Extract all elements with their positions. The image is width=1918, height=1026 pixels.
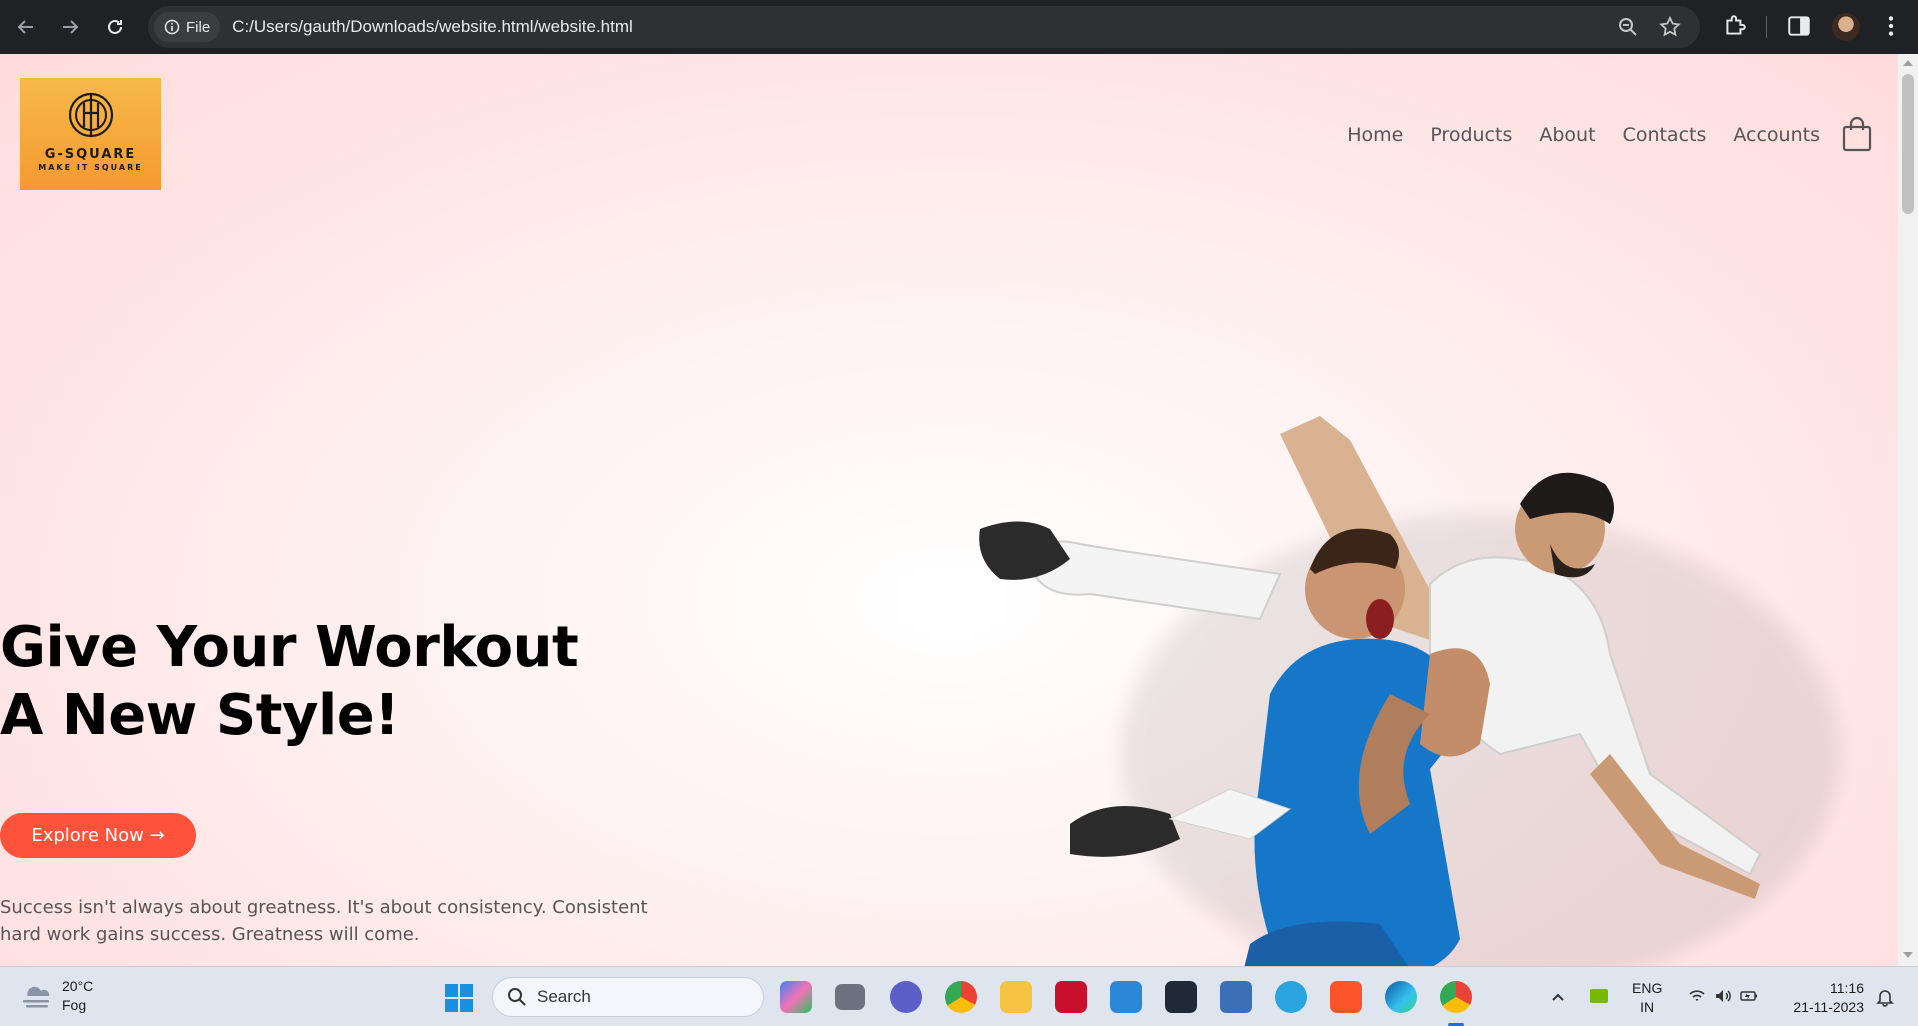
nav-about[interactable]: About xyxy=(1539,124,1595,146)
scroll-down-arrow-icon[interactable] xyxy=(1903,952,1913,958)
logo-mark-icon xyxy=(68,92,113,138)
weather-condition: Fog xyxy=(62,997,87,1013)
info-icon xyxy=(164,19,180,35)
edge-browser-icon[interactable] xyxy=(1385,981,1417,1013)
fog-cloud-icon xyxy=(23,986,50,1008)
logo-tagline: MAKE IT SQUARE xyxy=(38,163,143,172)
clock-date: 21-11-2023 xyxy=(1793,999,1864,1015)
bookmark-star-icon[interactable] xyxy=(1658,15,1682,39)
scroll-up-arrow-icon[interactable] xyxy=(1903,60,1913,66)
mcafee-icon[interactable] xyxy=(1055,981,1087,1013)
extensions-icon[interactable] xyxy=(1722,13,1748,39)
forward-button[interactable] xyxy=(48,5,92,49)
notification-bell-icon[interactable] xyxy=(1875,987,1895,1007)
arrow-right-icon xyxy=(63,20,79,34)
chrome-app-icon[interactable] xyxy=(945,981,977,1013)
chevron-up-icon[interactable] xyxy=(1550,989,1566,1005)
site-info-chip[interactable]: File xyxy=(154,12,221,42)
volume-icon[interactable] xyxy=(1714,987,1732,1005)
language-indicator[interactable]: ENG IN xyxy=(1632,979,1662,1017)
shopping-bag-icon[interactable] xyxy=(1842,116,1872,152)
scroll-thumb[interactable] xyxy=(1902,74,1914,214)
toolbar-divider xyxy=(1766,16,1767,38)
code-app-icon[interactable] xyxy=(1165,981,1197,1013)
battery-icon[interactable] xyxy=(1740,987,1758,1005)
microsoft-store-icon[interactable] xyxy=(1110,981,1142,1013)
taskbar: 20°C Fog Search ENG IN 11:16 21-11-2023 xyxy=(0,966,1918,1026)
weather-temp: 20°C xyxy=(62,978,94,994)
kebab-menu-icon[interactable] xyxy=(1878,13,1904,39)
language-code: ENG xyxy=(1632,980,1663,996)
clock-time: 11:16 xyxy=(1830,980,1864,996)
page-scrollbar[interactable] xyxy=(1898,54,1918,966)
nav-products[interactable]: Products xyxy=(1430,124,1512,146)
reload-icon xyxy=(108,19,122,34)
hero-title-line-1: Give Your Workout xyxy=(0,615,579,680)
explore-now-button[interactable]: Explore Now → xyxy=(0,813,196,858)
teams-chat-icon[interactable] xyxy=(890,981,922,1013)
nav-home[interactable]: Home xyxy=(1347,124,1403,146)
zoom-icon[interactable] xyxy=(1616,15,1640,39)
hero-description: Success isn't always about greatness. It… xyxy=(0,897,648,945)
side-panel-icon[interactable] xyxy=(1786,13,1812,39)
task-view-icon[interactable] xyxy=(835,984,865,1010)
chrome-profile-app-icon[interactable] xyxy=(1440,981,1472,1013)
hero-image-footballers xyxy=(979,416,1840,966)
taskbar-search[interactable]: Search xyxy=(492,977,764,1017)
site-nav: Home Products About Contacts Accounts xyxy=(1347,124,1820,146)
web-page: G-SQUARE MAKE IT SQUARE Home Products Ab… xyxy=(0,54,1898,966)
file-label: File xyxy=(186,18,211,36)
reload-button[interactable] xyxy=(93,5,137,49)
brave-browser-icon[interactable] xyxy=(1330,981,1362,1013)
back-button[interactable] xyxy=(4,5,48,49)
profile-avatar[interactable] xyxy=(1832,13,1860,41)
url-text[interactable]: C:/Users/gauth/Downloads/website.html/we… xyxy=(232,17,633,37)
file-explorer-icon[interactable] xyxy=(1000,981,1032,1013)
system-clock[interactable]: 11:16 21-11-2023 xyxy=(1784,979,1864,1017)
site-logo[interactable]: G-SQUARE MAKE IT SQUARE xyxy=(20,78,161,190)
region-code: IN xyxy=(1640,999,1655,1015)
weather-widget[interactable]: 20°C Fog xyxy=(20,977,93,1015)
search-icon xyxy=(508,988,526,1006)
hero-title-line-2: A New Style! xyxy=(0,683,400,748)
arrow-left-icon xyxy=(17,20,33,34)
search-placeholder: Search xyxy=(537,987,591,1006)
hero-title: Give Your Workout A New Style! xyxy=(0,614,579,750)
wifi-icon[interactable] xyxy=(1688,987,1706,1005)
logo-name: G-SQUARE xyxy=(44,147,137,162)
nvidia-tray-icon[interactable] xyxy=(1590,989,1608,1003)
virtualbox-icon[interactable] xyxy=(1220,981,1252,1013)
copilot-app-icon[interactable] xyxy=(780,981,812,1013)
nav-accounts[interactable]: Accounts xyxy=(1733,124,1820,146)
telegram-icon[interactable] xyxy=(1275,981,1307,1013)
address-bar[interactable]: File C:/Users/gauth/Downloads/website.ht… xyxy=(148,6,1700,48)
windows-start-icon[interactable] xyxy=(444,983,474,1013)
browser-toolbar: File C:/Users/gauth/Downloads/website.ht… xyxy=(0,0,1918,54)
nav-contacts[interactable]: Contacts xyxy=(1623,124,1707,146)
